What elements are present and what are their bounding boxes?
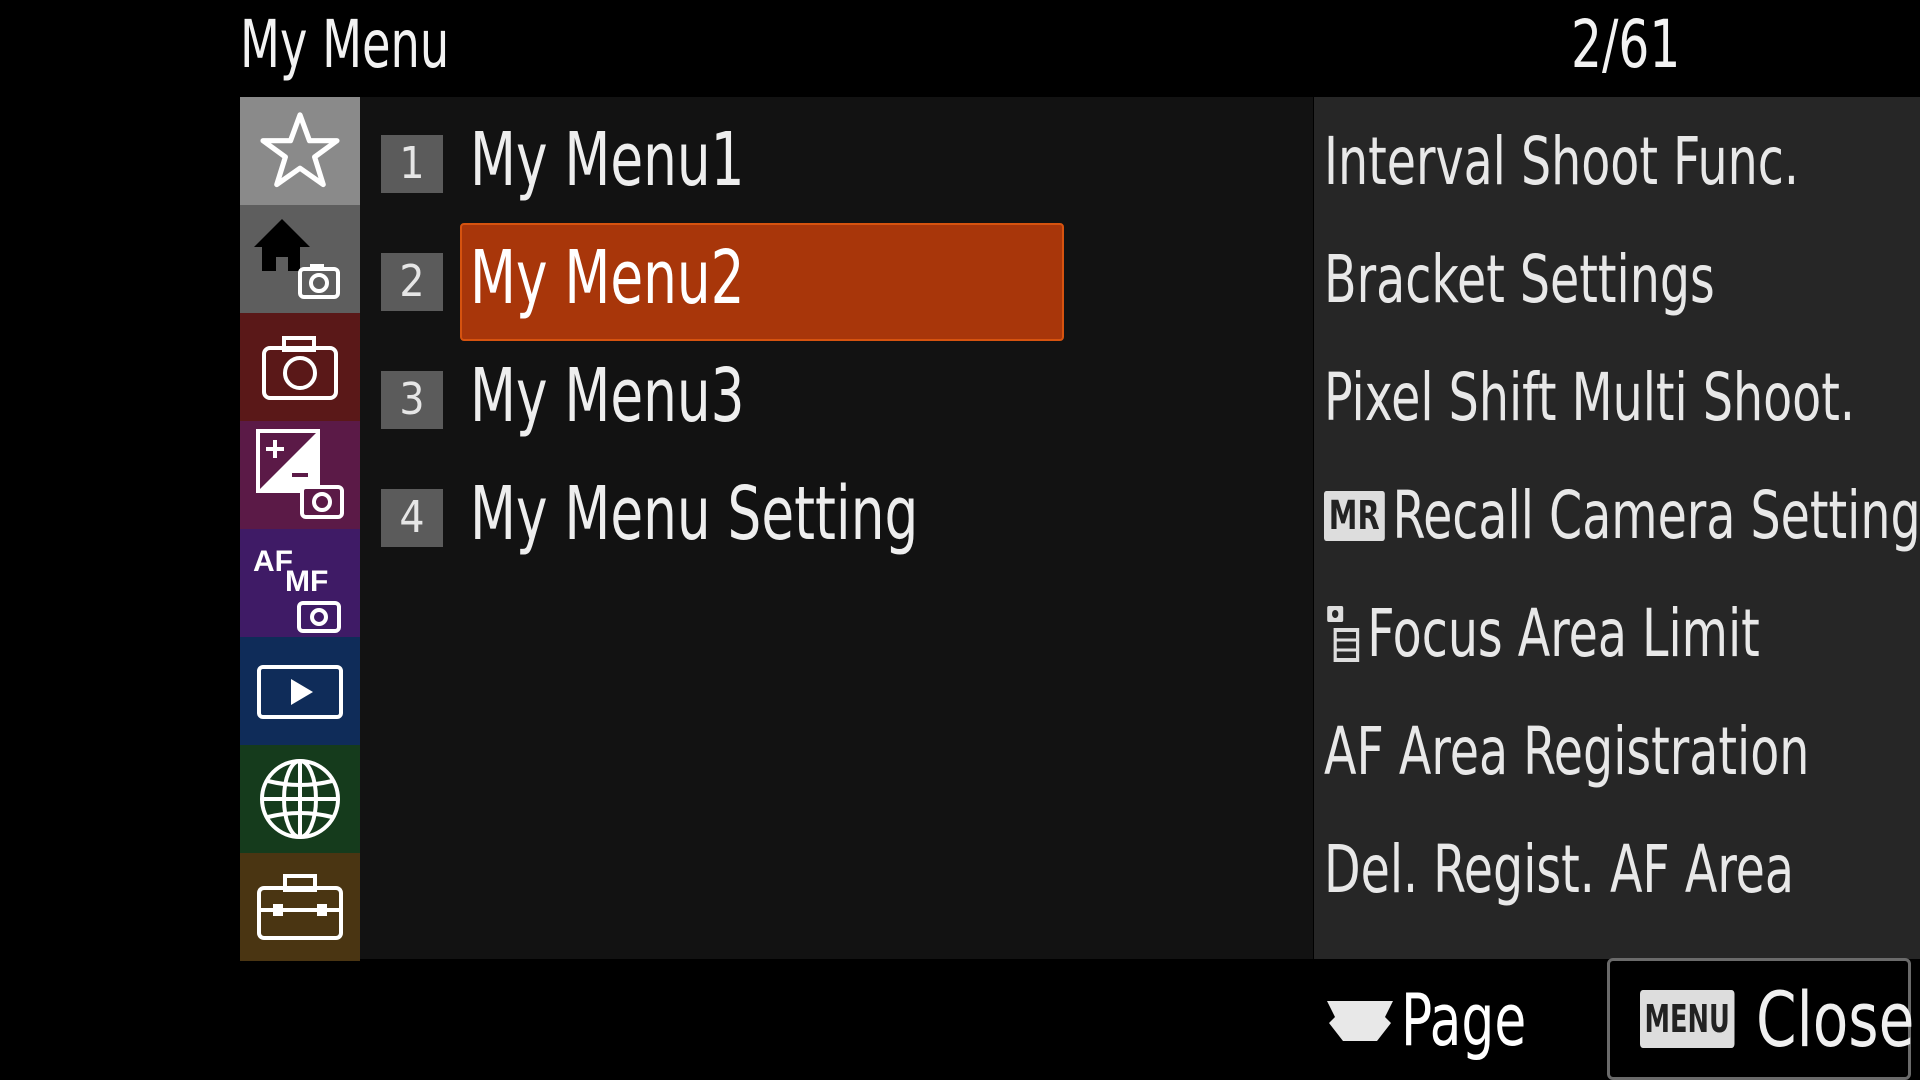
page-label: Page — [1401, 978, 1527, 1062]
star-icon — [260, 112, 340, 188]
preview-item: AF Area Registration — [1324, 713, 1810, 790]
preview-item-label: Recall Camera Setting — [1392, 477, 1920, 554]
preview-item-label: Focus Area Limit — [1367, 595, 1760, 672]
preview-item: Focus Area Limit — [1324, 575, 1760, 693]
tab-network[interactable] — [240, 745, 360, 853]
photo-movie-icon — [1327, 606, 1360, 662]
submenu-item-selected[interactable]: 2 My Menu2 — [360, 219, 1313, 341]
preview-item: Del. Regist. AF Area — [1324, 831, 1795, 908]
mr-badge-icon: MR — [1324, 491, 1385, 541]
svg-text:MF: MF — [285, 565, 328, 598]
item-number: 2 — [381, 253, 443, 311]
home-camera-icon — [254, 219, 340, 299]
preview-item: Bracket Settings — [1324, 241, 1715, 318]
tab-main-camera[interactable] — [240, 205, 360, 313]
tab-setup[interactable] — [240, 853, 360, 961]
submenu-item[interactable]: 1 My Menu1 — [360, 101, 1313, 219]
page-hint[interactable]: Page — [1325, 970, 1558, 1070]
menu-button-icon: MENU — [1640, 990, 1735, 1048]
globe-icon — [260, 759, 340, 839]
item-label: My Menu3 — [470, 353, 745, 439]
tab-focus[interactable]: AF MF — [240, 529, 360, 637]
page-title: My Menu — [240, 6, 450, 83]
preview-item: Pixel Shift Multi Shoot. — [1324, 359, 1855, 436]
tab-exposure[interactable] — [240, 421, 360, 529]
exposure-compensation-camera-icon — [256, 429, 344, 519]
submenu-item[interactable]: 3 My Menu3 — [360, 337, 1313, 455]
preview-item: Interval Shoot Func. — [1324, 123, 1799, 200]
item-number: 1 — [381, 135, 443, 193]
control-wheel-icon — [1327, 1001, 1393, 1041]
item-number: 4 — [381, 489, 443, 547]
toolbox-icon — [257, 874, 343, 940]
tab-shooting[interactable] — [240, 313, 360, 421]
camera-icon — [262, 336, 338, 400]
item-number: 3 — [381, 371, 443, 429]
preview-item: MR Recall Camera Setting — [1324, 457, 1920, 575]
item-label: My Menu Setting — [470, 471, 919, 557]
preview-panel: Interval Shoot Func. Bracket Settings Pi… — [1314, 97, 1920, 959]
item-label: My Menu2 — [470, 235, 745, 321]
category-tabs: AF MF — [240, 97, 360, 961]
close-button[interactable]: MENU Close — [1607, 958, 1915, 1080]
close-label: Close — [1755, 974, 1915, 1064]
camera-menu-screen: My Menu 2/61 AF MF 1 My Menu1 2 My Menu2… — [240, 0, 1920, 1080]
item-label: My Menu1 — [470, 117, 745, 203]
tab-playback[interactable] — [240, 637, 360, 745]
tab-my-menu[interactable] — [240, 97, 360, 205]
af-mf-camera-icon: AF MF — [253, 545, 341, 633]
play-icon — [257, 665, 343, 719]
submenu-item[interactable]: 4 My Menu Setting — [360, 455, 1313, 573]
submenu-list: 1 My Menu1 2 My Menu2 3 My Menu3 4 My Me… — [360, 97, 1313, 959]
page-indicator: 2/61 — [1570, 6, 1680, 83]
